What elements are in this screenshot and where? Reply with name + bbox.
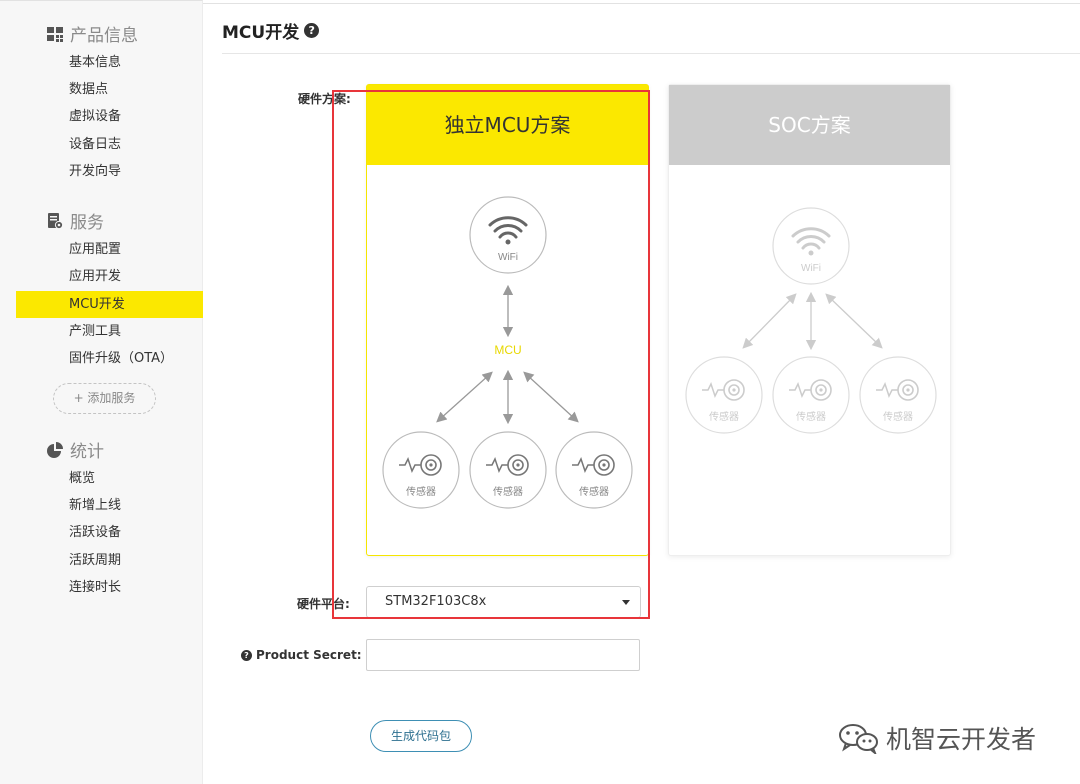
question-circle-icon[interactable]: ?: [304, 23, 320, 38]
hardware-platform-select[interactable]: STM32F103C8x: [366, 586, 641, 618]
nav-item-mcu-dev[interactable]: MCU开发: [16, 291, 203, 318]
watermark-text: 机智云开发者: [886, 725, 1037, 754]
nav-item-virtual-device[interactable]: 虚拟设备: [16, 103, 203, 130]
sensor-label: 传感器: [579, 485, 609, 498]
sensor-label: 传感器: [796, 410, 826, 423]
soc-diagram: WiFi 传感器 传感器 传感器: [685, 207, 937, 434]
top-divider: [203, 3, 1080, 4]
nav-item-overview[interactable]: 概览: [16, 465, 203, 492]
nav-item-basic-info[interactable]: 基本信息: [16, 49, 203, 76]
hardware-scheme-label: 硬件方案:: [298, 92, 351, 106]
nav-item-production-test[interactable]: 产测工具: [16, 318, 203, 345]
nav-item-dev-guide[interactable]: 开发向导: [16, 158, 203, 185]
nav-item-active-period[interactable]: 活跃周期: [16, 547, 203, 574]
sensor-label: 传感器: [709, 410, 739, 423]
section-title: 产品信息: [70, 26, 138, 46]
watermark: 机智云开发者: [838, 720, 1036, 756]
mcu-label: MCU: [494, 343, 521, 357]
generate-code-button[interactable]: 生成代码包: [370, 720, 472, 752]
add-service-button[interactable]: + 添加服务: [53, 383, 156, 414]
hardware-platform-value: STM32F103C8x: [385, 594, 487, 609]
nav-item-app-config[interactable]: 应用配置: [16, 236, 203, 263]
product-secret-label: ? Product Secret:: [241, 648, 362, 662]
wifi-label: WiFi: [498, 252, 518, 263]
soc-scheme-card[interactable]: SOC方案 WiFi 传感器 传感器 传感器: [668, 84, 951, 556]
section-services: 服务: [46, 208, 104, 233]
nav-item-device-log[interactable]: 设备日志: [16, 131, 203, 158]
nav-item-new-online[interactable]: 新增上线: [16, 492, 203, 519]
sensor-label: 传感器: [406, 485, 436, 498]
mcu-scheme-card[interactable]: 独立MCU方案 WiFi MCU 传感器 传感器 传感器: [366, 84, 649, 556]
nav-item-active-devices[interactable]: 活跃设备: [16, 519, 203, 546]
nav-item-datapoints[interactable]: 数据点: [16, 76, 203, 103]
nav-item-connect-duration[interactable]: 连接时长: [16, 574, 203, 601]
title-divider: [222, 53, 1080, 54]
nav-item-app-dev[interactable]: 应用开发: [16, 263, 203, 290]
mcu-diagram: WiFi MCU 传感器 传感器 传感器: [382, 196, 633, 509]
caret-down-icon: [622, 600, 630, 605]
pie-chart-icon: [47, 441, 63, 458]
sidebar: 产品信息 基本信息 数据点 虚拟设备 设备日志 开发向导 服务 应用配置 应用开…: [0, 0, 203, 784]
product-secret-input[interactable]: [366, 639, 640, 671]
sensor-label: 传感器: [883, 410, 913, 423]
sensor-label: 传感器: [493, 485, 523, 498]
section-product-info: 产品信息: [46, 21, 138, 46]
page-title-text: MCU开发: [222, 23, 300, 43]
question-circle-icon[interactable]: ?: [241, 649, 252, 661]
hardware-platform-label: 硬件平台:: [297, 597, 350, 611]
grid-icon: [47, 26, 63, 42]
section-title: 统计: [70, 442, 104, 462]
wechat-icon: [839, 724, 878, 754]
section-title: 服务: [70, 213, 104, 233]
section-stats: 统计: [46, 437, 104, 462]
page-title: MCU开发 ?: [222, 18, 320, 43]
server-icon: [48, 212, 64, 229]
product-secret-label-text: Product Secret:: [256, 648, 362, 662]
wifi-label: WiFi: [801, 263, 821, 274]
nav-item-ota[interactable]: 固件升级（OTA）: [16, 345, 203, 372]
